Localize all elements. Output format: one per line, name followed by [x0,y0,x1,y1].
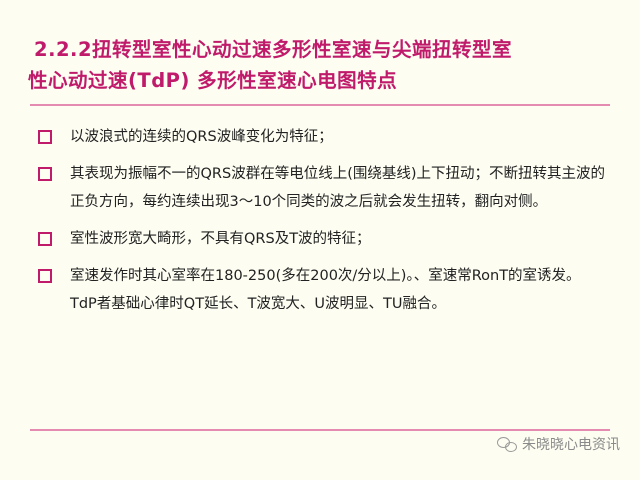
top-divider [30,104,610,106]
list-item-text: 其表现为振幅不一的QRS波群在等电位线上(围绕基线)上下扭动；不断扭转其主波的正… [70,166,606,210]
title-line-2: 性心动过速(TdP) 多形性室速心电图特点 [28,69,398,92]
list-item-text: 室速发作时其心室率在180-250(多在200次/分以上)。、室速常RonT的室… [70,268,581,312]
list-item: 以波浪式的连续的QRS波峰变化为特征； [36,123,606,151]
square-bullet-icon [38,130,52,144]
list-item-text: 室性波形宽大畸形，不具有QRS及T波的特征； [70,231,371,247]
square-bullet-icon [38,167,52,181]
watermark-text: 朱晓晓心电资讯 [522,437,620,453]
bottom-divider [30,429,610,431]
list-item: 室性波形宽大畸形，不具有QRS及T波的特征； [36,225,606,253]
bullet-list: 以波浪式的连续的QRS波峰变化为特征； 其表现为振幅不一的QRS波群在等电位线上… [36,123,606,327]
title-line-1: 2.2.2扭转型室性心动过速多形性室速与尖端扭转型室 [34,38,513,61]
list-item: 其表现为振幅不一的QRS波群在等电位线上(围绕基线)上下扭动；不断扭转其主波的正… [36,160,606,216]
slide-title: 2.2.2扭转型室性心动过速多形性室速与尖端扭转型室 性心动过速(TdP) 多形… [28,34,618,96]
watermark: 朱晓晓心电资讯 [496,434,620,454]
list-item-text: 以波浪式的连续的QRS波峰变化为特征； [70,129,333,145]
wechat-icon [496,435,518,453]
square-bullet-icon [38,232,52,246]
slide: 2.2.2扭转型室性心动过速多形性室速与尖端扭转型室 性心动过速(TdP) 多形… [0,0,640,480]
square-bullet-icon [38,269,52,283]
list-item: 室速发作时其心室率在180-250(多在200次/分以上)。、室速常RonT的室… [36,262,606,318]
